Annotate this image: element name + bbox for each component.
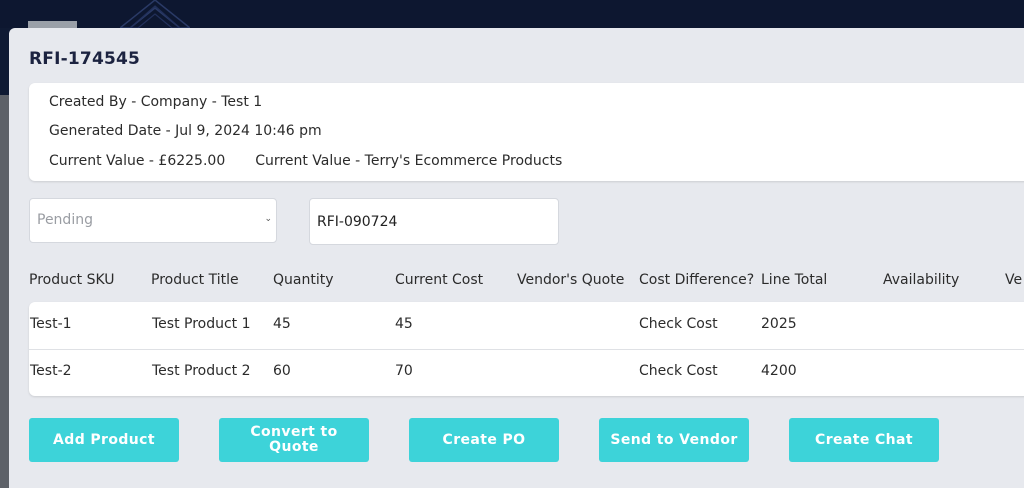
column-header-quantity: Quantity (273, 272, 334, 288)
current-value-row: Current Value - £6225.00 Current Value - … (49, 153, 562, 169)
chevron-down-icon: ⌄ (264, 214, 272, 224)
modal-title: RFI-174545 (29, 49, 141, 69)
cell-sku: Test-2 (30, 363, 72, 379)
current-value-vendor-text: Current Value - Terry's Ecommerce Produc… (255, 153, 563, 169)
column-header-sku: Product SKU (29, 272, 115, 288)
products-table: Test-1 Test Product 1 45 45 Check Cost 2… (29, 302, 1024, 396)
reference-input[interactable] (309, 198, 559, 245)
column-header-vendor-quote: Vendor's Quote (517, 272, 625, 288)
column-header-availability: Availability (883, 272, 960, 288)
status-select-value: Pending (37, 212, 93, 228)
convert-to-quote-button[interactable]: Convert to Quote (219, 418, 369, 462)
cell-cost-difference: Check Cost (639, 363, 718, 379)
cell-current-cost: 70 (395, 363, 413, 379)
rfi-info-card: Created By - Company - Test 1 Generated … (29, 83, 1024, 181)
cell-current-cost: 45 (395, 316, 413, 332)
rfi-modal: RFI-174545 Created By - Company - Test 1… (9, 28, 1024, 488)
brand-logo-icon (120, 0, 190, 28)
cell-title: Test Product 1 (152, 316, 251, 332)
cell-line-total: 2025 (761, 316, 797, 332)
overlay-backdrop (0, 95, 9, 488)
send-to-vendor-button[interactable]: Send to Vendor (599, 418, 749, 462)
column-header-cost-difference: Cost Difference? (639, 272, 755, 288)
column-header-line-total: Line Total (761, 272, 828, 288)
cell-quantity: 60 (273, 363, 291, 379)
create-chat-button[interactable]: Create Chat (789, 418, 939, 462)
create-po-button[interactable]: Create PO (409, 418, 559, 462)
row-divider (29, 349, 1024, 350)
cell-title: Test Product 2 (152, 363, 251, 379)
cell-cost-difference: Check Cost (639, 316, 718, 332)
column-header-vendor: Ve (1005, 272, 1023, 288)
cell-quantity: 45 (273, 316, 291, 332)
cell-line-total: 4200 (761, 363, 797, 379)
add-product-button[interactable]: Add Product (29, 418, 179, 462)
header-tab-fragment (28, 21, 77, 28)
current-value-text: Current Value - £6225.00 (49, 153, 226, 169)
created-by-text: Created By - Company - Test 1 (49, 94, 263, 110)
status-select[interactable]: Pending ⌄ (29, 198, 277, 243)
column-header-current-cost: Current Cost (395, 272, 484, 288)
generated-date-text: Generated Date - Jul 9, 2024 10:46 pm (49, 123, 322, 139)
cell-sku: Test-1 (30, 316, 72, 332)
column-header-title: Product Title (151, 272, 239, 288)
